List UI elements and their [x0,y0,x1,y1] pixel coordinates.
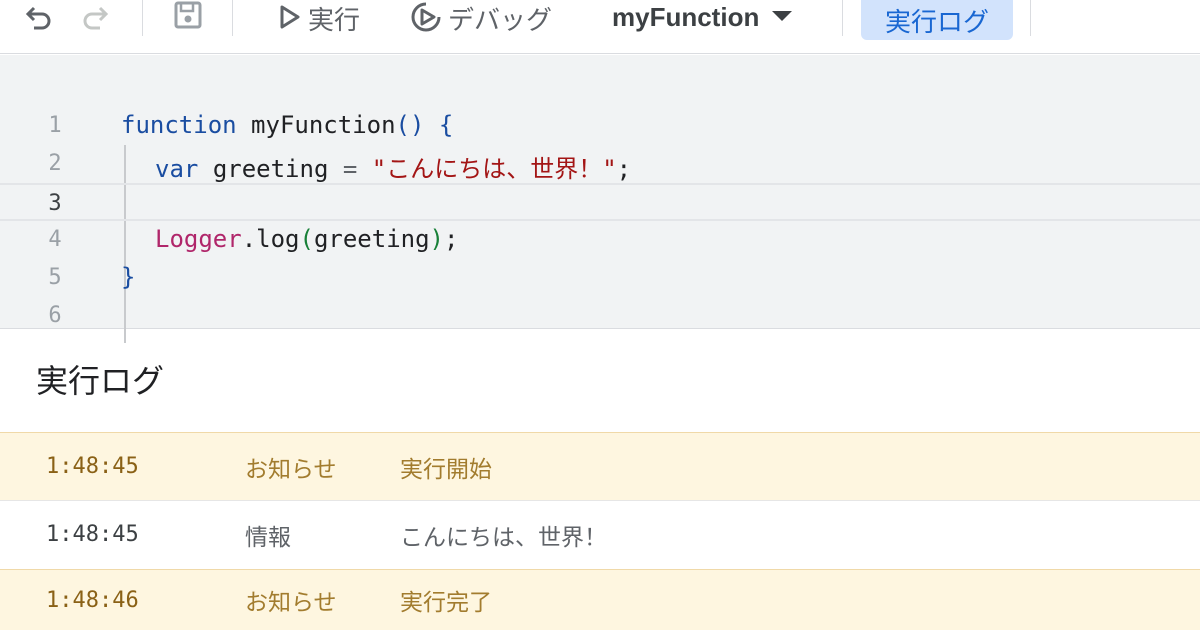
play-icon [278,3,302,35]
log-time: 1:48:45 [46,454,139,479]
log-message: 実行開始 [400,456,492,483]
caret-down-icon [771,8,793,27]
code-text: function myFunction() { [121,111,454,139]
debug-label: デバッグ [448,6,553,36]
code-line: 5 } [0,259,1200,297]
code-line: 6 [0,297,1200,335]
line-number: 2 [48,151,62,176]
log-row: 1:48:45 情報 こんにちは、世界！ [0,500,1200,568]
function-select[interactable]: myFunction [612,2,793,33]
log-time: 1:48:46 [46,587,139,613]
undo-icon[interactable] [24,2,54,32]
log-row: 1:48:46 お知らせ 実行完了 [0,569,1200,630]
log-message: こんにちは、世界！ [400,524,607,551]
run-label: 実行 [308,6,361,36]
toolbar-divider [232,0,233,36]
function-select-value: myFunction [612,2,760,32]
code-text: } [121,263,136,291]
redo-icon[interactable] [80,2,110,32]
line-number: 5 [48,265,62,290]
log-message: 実行完了 [400,590,492,616]
line-number: 4 [48,227,62,252]
toolbar-divider [842,0,843,36]
code-line: 4 Logger.log(greeting); [0,221,1200,259]
toolbar-divider [1030,0,1031,36]
code-text: var greeting = "こんにちは、世界！"; [155,155,632,183]
line-number: 6 [48,303,62,328]
toolbar-divider [142,0,143,36]
debug-button[interactable]: デバッグ [410,0,552,37]
execution-log-title: 実行ログ [36,362,165,400]
code-line: 2 var greeting = "こんにちは、世界！"; [0,145,1200,183]
debug-icon [410,1,442,37]
line-number: 1 [48,113,62,138]
log-row: 1:48:45 お知らせ 実行開始 [0,432,1200,500]
toolbar: 実行 デバッグ myFunction 実行ログ [0,0,1200,54]
execution-log-button[interactable]: 実行ログ [861,0,1013,40]
log-time: 1:48:45 [46,522,139,547]
log-level: お知らせ [245,590,337,616]
code-text: Logger.log(greeting); [155,225,459,253]
code-editor[interactable]: 1 function myFunction() { 2 var greeting… [0,55,1200,343]
log-level: お知らせ [245,456,337,483]
log-level: 情報 [245,524,291,551]
execution-log-button-label: 実行ログ [884,7,989,38]
run-button[interactable]: 実行 [278,0,360,37]
code-line-active: 3 [0,183,1200,221]
code-line: 1 function myFunction() { [0,107,1200,145]
line-number: 3 [48,191,62,216]
save-icon[interactable] [172,0,204,32]
